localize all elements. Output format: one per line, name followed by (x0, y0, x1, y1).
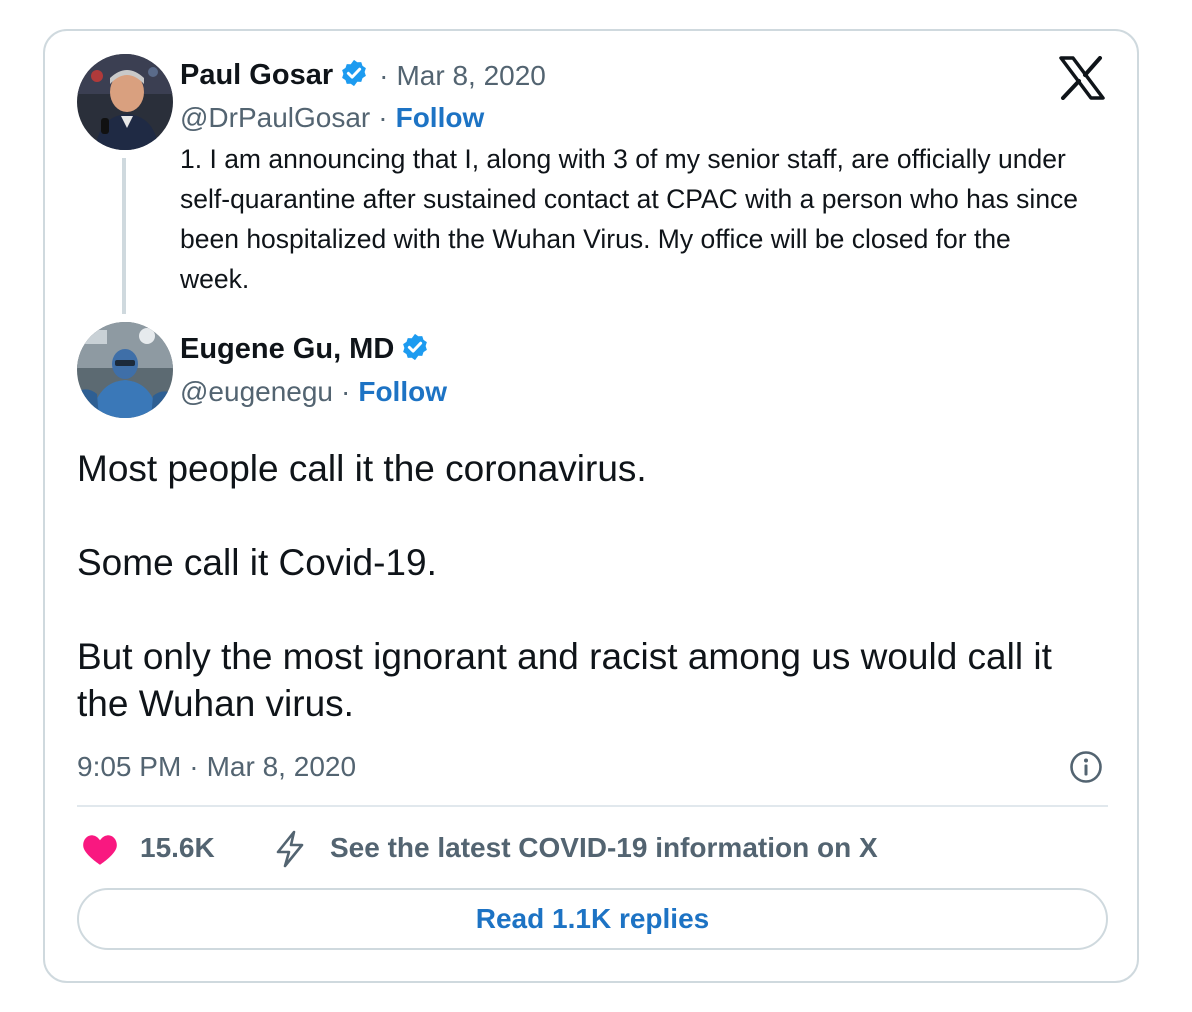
eugene-gu-avatar[interactable] (77, 322, 173, 418)
main-tweet-text: Most people call it the coronavirus. Som… (77, 445, 1107, 727)
tweet-timestamp[interactable]: 9:05 PM · Mar 8, 2020 (77, 751, 356, 783)
quoted-tweet-handle-row: @DrPaulGosar · Follow (180, 102, 484, 134)
covid-info-link[interactable]: See the latest COVID-19 information on X (330, 832, 878, 864)
tweet-date: Mar 8, 2020 (206, 751, 357, 782)
x-logo-icon[interactable] (1058, 56, 1106, 105)
follow-button[interactable]: Follow (396, 102, 485, 134)
paul-gosar-avatar[interactable] (77, 54, 173, 150)
author-handle[interactable]: @eugenegu (180, 376, 333, 408)
separator-dot: · (378, 102, 388, 133)
tweet-paragraph: But only the most ignorant and racist am… (77, 636, 1052, 724)
quoted-tweet-date[interactable]: Mar 8, 2020 (396, 60, 545, 92)
follow-button[interactable]: Follow (358, 376, 447, 408)
author-name[interactable]: Paul Gosar (180, 59, 333, 92)
read-replies-button[interactable]: Read 1.1K replies (77, 888, 1108, 950)
quoted-tweet-header: Paul Gosar · Mar 8, 2020 (180, 58, 546, 93)
heart-icon[interactable] (82, 832, 118, 871)
verified-badge-icon (400, 332, 430, 367)
main-tweet-handle-row: @eugenegu · Follow (180, 376, 447, 408)
divider (77, 805, 1108, 807)
tweet-paragraph: Some call it Covid-19. (77, 542, 437, 583)
separator-dot: · (379, 59, 389, 91)
info-icon[interactable] (1069, 750, 1103, 789)
separator-dot: · (341, 376, 351, 407)
tweet-paragraph: Most people call it the coronavirus. (77, 448, 647, 489)
likes-count[interactable]: 15.6K (140, 832, 215, 864)
quoted-tweet-text: 1. I am announcing that I, along with 3 … (180, 144, 1079, 294)
lightning-icon[interactable] (272, 829, 308, 874)
separator-dot: · (189, 751, 199, 782)
verified-badge-icon (339, 58, 369, 93)
author-handle[interactable]: @DrPaulGosar (180, 102, 370, 134)
author-name[interactable]: Eugene Gu, MD (180, 333, 394, 366)
tweet-time: 9:05 PM (77, 751, 182, 782)
thread-connector-line (122, 158, 126, 314)
main-tweet-header: Eugene Gu, MD (180, 332, 430, 367)
